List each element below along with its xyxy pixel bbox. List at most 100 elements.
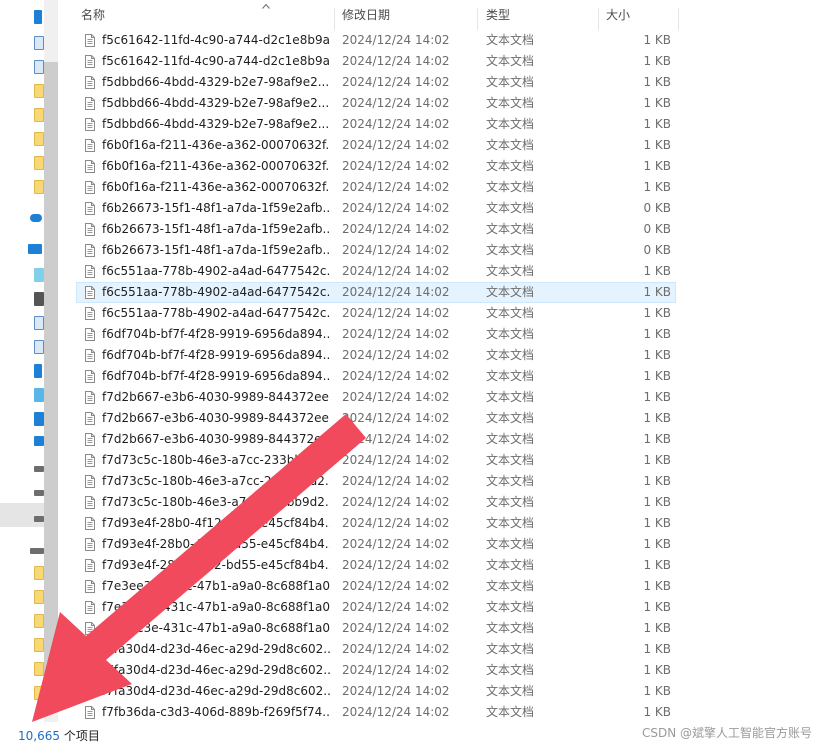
file-row[interactable]: f5c61642-11fd-4c90-a744-d2c1e8b9a... 202… — [76, 51, 676, 72]
item-count: 10,665 个项目 — [18, 727, 100, 744]
folder-icon[interactable] — [34, 84, 44, 98]
folder-icon[interactable] — [34, 686, 44, 700]
folder-icon[interactable] — [34, 662, 44, 676]
file-size: 1 KB — [643, 432, 671, 446]
file-row[interactable]: f7fa30d4-d23d-46ec-a29d-29d8c602... 2024… — [76, 660, 676, 681]
file-name: f6b0f16a-f211-436e-a362-00070632f... — [102, 180, 330, 194]
file-row[interactable]: f7fa30d4-d23d-46ec-a29d-29d8c602... 2024… — [76, 639, 676, 660]
file-row[interactable]: f7d2b667-e3b6-4030-9989-844372ee... 2024… — [76, 387, 676, 408]
column-header-type[interactable]: 类型 — [486, 0, 510, 30]
folder-icon[interactable] — [34, 590, 44, 604]
column-header-date[interactable]: 修改日期 — [342, 0, 390, 30]
file-row[interactable]: f6df704b-bf7f-4f28-9919-6956da894... 202… — [76, 324, 676, 345]
file-row[interactable]: f7e3ee3e-431c-47b1-a9a0-8c688f1a0... 202… — [76, 576, 676, 597]
file-size: 0 KB — [643, 243, 671, 257]
file-modified-date: 2024/12/24 14:02 — [342, 33, 450, 47]
file-size: 1 KB — [643, 306, 671, 320]
documents-icon[interactable] — [34, 36, 44, 50]
column-divider[interactable] — [477, 8, 478, 30]
file-row[interactable]: f7d73c5c-180b-46e3-a7cc-233bb9d2... 2024… — [76, 450, 676, 471]
file-row[interactable]: f7d2b667-e3b6-4030-9989-844372ee... 2024… — [76, 408, 676, 429]
file-row[interactable]: f7e3ee3e-431c-47b1-a9a0-8c688f1a0... 202… — [76, 597, 676, 618]
file-modified-date: 2024/12/24 14:02 — [342, 222, 450, 236]
file-name: f7d93e4f-28b0-4f12-bd55-e45cf84b4... — [102, 516, 330, 530]
file-modified-date: 2024/12/24 14:02 — [342, 243, 450, 257]
file-modified-date: 2024/12/24 14:02 — [342, 159, 450, 173]
file-type: 文本文档 — [486, 495, 535, 509]
column-header-size[interactable]: 大小 — [606, 0, 630, 30]
column-divider[interactable] — [678, 8, 679, 30]
music-icon[interactable] — [34, 388, 44, 402]
file-row[interactable]: f7fb36da-c3d3-406d-889b-f269f5f74... 202… — [76, 702, 676, 723]
downloads-icon[interactable] — [34, 10, 42, 24]
file-size: 1 KB — [643, 264, 671, 278]
text-file-icon — [85, 160, 95, 173]
file-list: f5c61642-11fd-4c90-a744-d2c1e8b9a... 202… — [76, 30, 676, 723]
drive-icon[interactable] — [34, 490, 44, 496]
folder-icon[interactable] — [34, 108, 44, 122]
sort-ascending-icon — [262, 3, 270, 9]
file-row[interactable]: f6b26673-15f1-48f1-a7da-1f59e2afb... 202… — [76, 219, 676, 240]
file-type: 文本文档 — [486, 621, 535, 635]
file-row[interactable]: f6df704b-bf7f-4f28-9919-6956da894... 202… — [76, 345, 676, 366]
file-name: f6c551aa-778b-4902-a4ad-6477542c... — [102, 306, 330, 320]
file-type: 文本文档 — [486, 54, 535, 68]
file-row[interactable]: f6b0f16a-f211-436e-a362-00070632f... 202… — [76, 135, 676, 156]
nav-scrollbar-thumb[interactable] — [44, 62, 58, 682]
desktop-icon[interactable] — [34, 412, 44, 426]
file-size: 1 KB — [643, 390, 671, 404]
downloads-icon[interactable] — [34, 364, 42, 378]
folder-icon[interactable] — [34, 638, 44, 652]
file-row[interactable]: f7d93e4f-28b0-4f12-bd55-e45cf84b4... 202… — [76, 555, 676, 576]
documents-icon[interactable] — [34, 340, 44, 354]
3d-objects-icon[interactable] — [34, 268, 44, 282]
folder-icon[interactable] — [34, 614, 44, 628]
file-row[interactable]: f5dbbd66-4bdd-4329-b2e7-98af9e2... 2024/… — [76, 114, 676, 135]
videos-icon[interactable] — [34, 292, 44, 306]
file-row[interactable]: f7fa30d4-d23d-46ec-a29d-29d8c602... 2024… — [76, 681, 676, 702]
file-row[interactable]: f6b26673-15f1-48f1-a7da-1f59e2afb... 202… — [76, 240, 676, 261]
file-row[interactable]: f6c551aa-778b-4902-a4ad-6477542c... 2024… — [76, 282, 676, 303]
file-row[interactable]: f6c551aa-778b-4902-a4ad-6477542c... 2024… — [76, 261, 676, 282]
file-row[interactable]: f5dbbd66-4bdd-4329-b2e7-98af9e2... 2024/… — [76, 72, 676, 93]
folder-icon[interactable] — [34, 156, 44, 170]
folder-icon[interactable] — [34, 566, 44, 580]
file-row[interactable]: f6b26673-15f1-48f1-a7da-1f59e2afb... 202… — [76, 198, 676, 219]
watermark: CSDN @斌擎人工智能官方账号 — [641, 726, 812, 740]
file-row[interactable]: f6b0f16a-f211-436e-a362-00070632f... 202… — [76, 156, 676, 177]
file-row[interactable]: f7d73c5c-180b-46e3-a7cc-233bb9d2... 2024… — [76, 471, 676, 492]
file-name: f6df704b-bf7f-4f28-9919-6956da894... — [102, 327, 330, 341]
file-size: 1 KB — [643, 159, 671, 173]
folder-icon[interactable] — [34, 132, 44, 146]
network-drive-icon[interactable] — [30, 548, 44, 554]
file-size: 1 KB — [643, 327, 671, 341]
nav-selected-item[interactable] — [0, 503, 44, 527]
file-size: 1 KB — [643, 180, 671, 194]
file-row[interactable]: f7e3ee3e-431c-47b1-a9a0-8c688f1a0... 202… — [76, 618, 676, 639]
file-row[interactable]: f7d93e4f-28b0-4f12-bd55-e45cf84b4... 202… — [76, 513, 676, 534]
file-row[interactable]: f7d2b667-e3b6-4030-9989-844372ee... 2024… — [76, 429, 676, 450]
drive-icon[interactable] — [34, 516, 44, 522]
windows-drive-icon[interactable] — [34, 436, 44, 446]
file-row[interactable]: f7d93e4f-28b0-4f12-bd55-e45cf84b4... 202… — [76, 534, 676, 555]
file-row[interactable]: f6c551aa-778b-4902-a4ad-6477542c... 2024… — [76, 303, 676, 324]
file-size: 1 KB — [643, 537, 671, 551]
column-divider[interactable] — [598, 8, 599, 30]
drive-icon[interactable] — [34, 466, 44, 472]
pictures-icon[interactable] — [34, 316, 44, 330]
file-name: f6c551aa-778b-4902-a4ad-6477542c... — [102, 264, 330, 278]
file-name: f5dbbd66-4bdd-4329-b2e7-98af9e2... — [102, 75, 330, 89]
pictures-icon[interactable] — [34, 60, 44, 74]
file-type: 文本文档 — [486, 684, 535, 698]
file-row[interactable]: f5c61642-11fd-4c90-a744-d2c1e8b9a... 202… — [76, 30, 676, 51]
file-row[interactable]: f6df704b-bf7f-4f28-9919-6956da894... 202… — [76, 366, 676, 387]
this-pc-icon[interactable] — [28, 244, 42, 254]
folder-icon[interactable] — [34, 180, 44, 194]
column-divider[interactable] — [334, 8, 335, 30]
file-row[interactable]: f6b0f16a-f211-436e-a362-00070632f... 202… — [76, 177, 676, 198]
file-type: 文本文档 — [486, 138, 535, 152]
column-header-name[interactable]: 名称 — [81, 0, 105, 30]
file-row[interactable]: f5dbbd66-4bdd-4329-b2e7-98af9e2... 2024/… — [76, 93, 676, 114]
onedrive-icon[interactable] — [30, 214, 42, 222]
file-row[interactable]: f7d73c5c-180b-46e3-a7cc-233bb9d2... 2024… — [76, 492, 676, 513]
